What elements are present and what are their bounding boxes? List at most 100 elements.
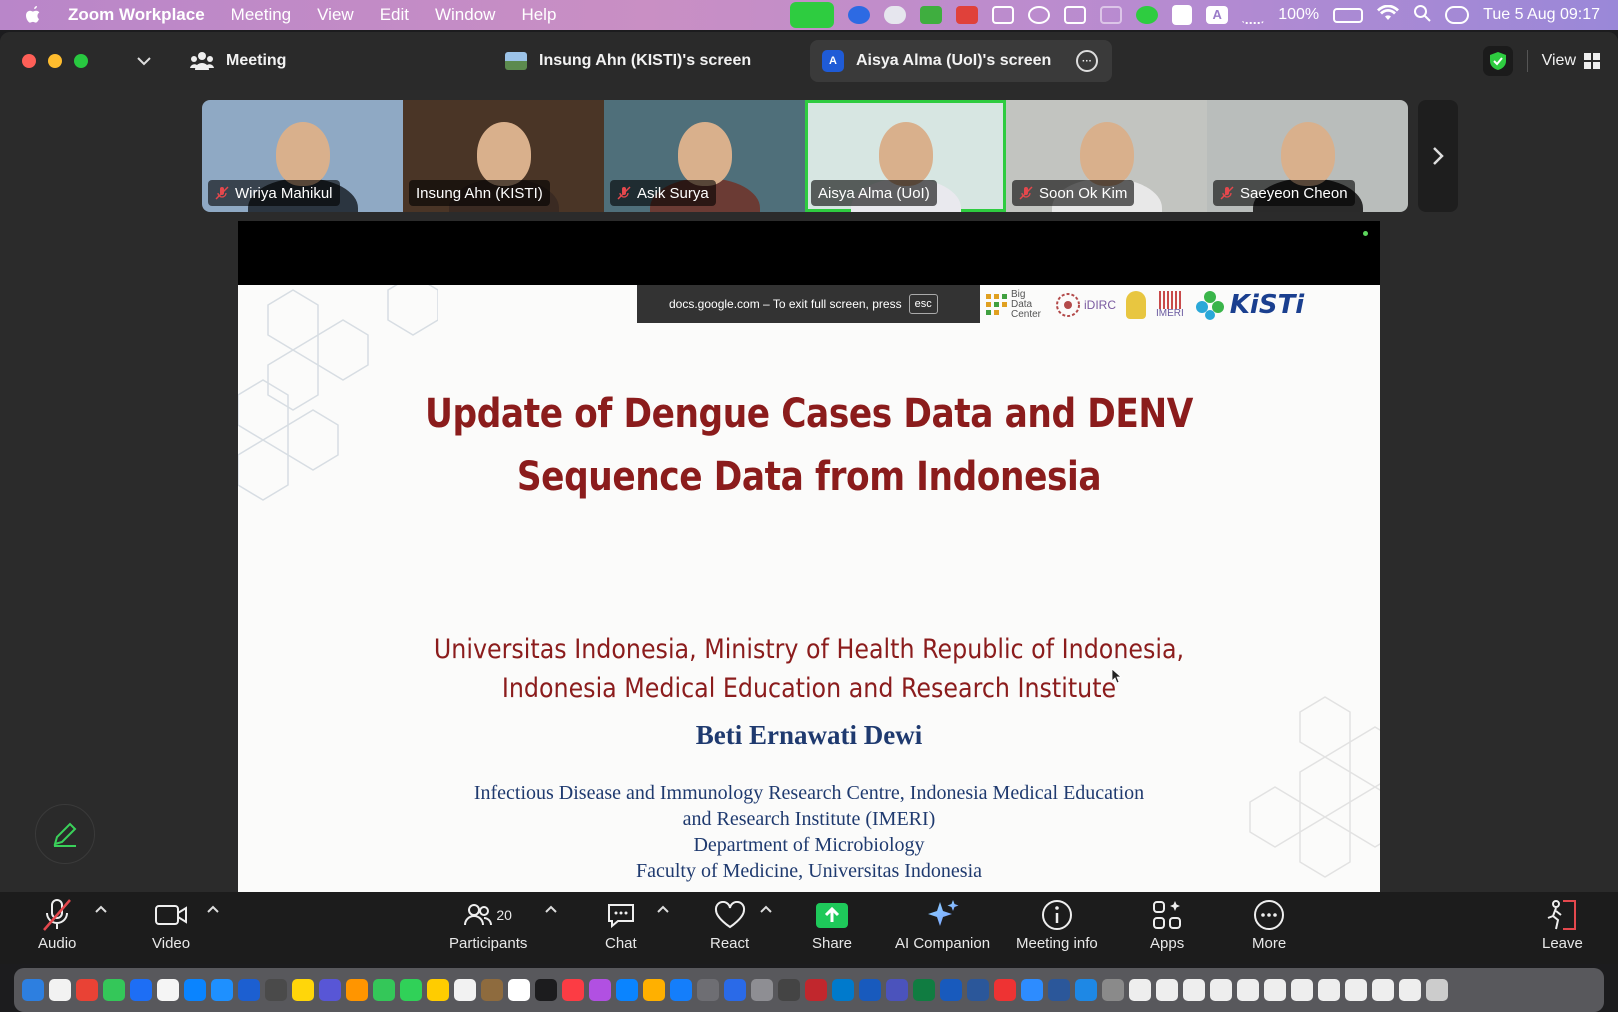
participant-tile[interactable]: Saeyeon Cheon	[1207, 100, 1408, 212]
dock-app-icon[interactable]	[751, 979, 773, 1001]
dock-app-icon[interactable]	[1021, 979, 1043, 1001]
tab-insung-screen[interactable]: Insung Ahn (KISTI)'s screen	[505, 40, 751, 82]
gallery-next-button[interactable]	[1418, 100, 1458, 212]
menubar-clock[interactable]: Tue 5 Aug 09:17	[1483, 6, 1600, 24]
dock-app-icon[interactable]	[805, 979, 827, 1001]
dock-app-icon[interactable]	[400, 979, 422, 1001]
dock-app-icon[interactable]	[832, 979, 854, 1001]
video-button[interactable]: Video	[152, 896, 190, 952]
dock-app-icon[interactable]	[670, 979, 692, 1001]
view-button[interactable]: View	[1542, 52, 1600, 70]
dock-app-icon[interactable]	[940, 979, 962, 1001]
cloud-icon[interactable]	[884, 6, 907, 24]
dock-app-icon[interactable]	[292, 979, 314, 1001]
dock-app-icon[interactable]	[49, 979, 71, 1001]
dock-app-icon[interactable]	[103, 979, 125, 1001]
dock-app-icon[interactable]	[1372, 979, 1394, 1001]
dock-app-icon[interactable]	[1345, 979, 1367, 1001]
chevron-down-icon[interactable]	[134, 51, 154, 71]
spotlight-search-icon[interactable]	[1413, 4, 1431, 27]
dock-app-icon[interactable]	[994, 979, 1016, 1001]
more-options-icon[interactable]: ···	[1076, 50, 1098, 72]
dock-app-icon[interactable]	[616, 979, 638, 1001]
participant-tile[interactable]: Wiriya Mahikul	[202, 100, 403, 212]
dock-app-icon[interactable]	[184, 979, 206, 1001]
share-button[interactable]: Share	[812, 896, 852, 952]
tab-meeting[interactable]: Meeting	[190, 40, 286, 82]
battery-icon[interactable]	[1333, 7, 1364, 23]
dock-app-icon[interactable]	[859, 979, 881, 1001]
dock-app-icon[interactable]	[427, 979, 449, 1001]
video-options-caret-icon[interactable]	[207, 904, 219, 914]
display-tray-icon[interactable]	[1064, 6, 1087, 24]
more-button[interactable]: More	[1252, 896, 1286, 952]
dock-app-icon[interactable]	[157, 979, 179, 1001]
dock-app-icon[interactable]	[211, 979, 233, 1001]
menu-edit[interactable]: Edit	[380, 5, 409, 25]
dock-app-icon[interactable]	[346, 979, 368, 1001]
participant-tile[interactable]: Insung Ahn (KISTI)	[403, 100, 604, 212]
dock-app-icon[interactable]	[1102, 979, 1124, 1001]
dock-app-icon[interactable]	[1183, 979, 1205, 1001]
ai-companion-button[interactable]: AI Companion	[895, 896, 990, 952]
teams-tray-icon[interactable]	[1028, 6, 1051, 24]
bluetooth-tray-icon[interactable]	[1242, 6, 1265, 24]
dock-app-icon[interactable]	[1426, 979, 1448, 1001]
dock-app-icon[interactable]	[1264, 979, 1286, 1001]
dock-app-icon[interactable]	[724, 979, 746, 1001]
participants-button[interactable]: 20 Participants	[449, 896, 527, 952]
input-source-icon[interactable]: A	[1206, 6, 1229, 24]
participant-tile[interactable]: Soon Ok Kim	[1006, 100, 1207, 212]
dock-app-icon[interactable]	[913, 979, 935, 1001]
dock-app-icon[interactable]	[22, 979, 44, 1001]
dock-app-icon[interactable]	[76, 979, 98, 1001]
menu-window[interactable]: Window	[435, 5, 495, 25]
dock-app-icon[interactable]	[1075, 979, 1097, 1001]
dock-app-icon[interactable]	[778, 979, 800, 1001]
dock-app-icon[interactable]	[1048, 979, 1070, 1001]
annotate-button[interactable]	[35, 804, 95, 864]
security-shield-icon[interactable]	[1482, 46, 1513, 76]
dock-app-icon[interactable]	[562, 979, 584, 1001]
app-menu-zoom[interactable]: Zoom Workplace	[68, 5, 205, 25]
wifi-icon[interactable]	[1377, 4, 1400, 26]
close-window-button[interactable]	[22, 54, 36, 68]
window-tray-icon[interactable]	[1100, 6, 1123, 24]
react-button[interactable]: React	[710, 896, 749, 952]
dock-app-icon[interactable]	[265, 979, 287, 1001]
leave-button[interactable]: Leave	[1542, 896, 1583, 952]
meeting-info-button[interactable]: Meeting info	[1016, 896, 1098, 952]
dock-app-icon[interactable]	[589, 979, 611, 1001]
dock-app-icon[interactable]	[1291, 979, 1313, 1001]
dock-app-icon[interactable]	[508, 979, 530, 1001]
audio-options-caret-icon[interactable]	[95, 904, 107, 914]
zoom-tray-icon[interactable]	[848, 6, 871, 24]
participant-tile[interactable]: Asik Surya	[604, 100, 805, 212]
dock-app-icon[interactable]	[454, 979, 476, 1001]
dock-app-icon[interactable]	[1399, 979, 1421, 1001]
dock-app-icon[interactable]	[130, 979, 152, 1001]
menu-meeting[interactable]: Meeting	[231, 5, 291, 25]
dock-app-icon[interactable]	[535, 979, 557, 1001]
menu-view[interactable]: View	[317, 5, 354, 25]
dock-app-icon[interactable]	[643, 979, 665, 1001]
dock-app-icon[interactable]	[886, 979, 908, 1001]
dock-app-icon[interactable]	[1318, 979, 1340, 1001]
dock-app-icon[interactable]	[967, 979, 989, 1001]
participant-tile[interactable]: Aisya Alma (UoI)	[805, 100, 1006, 212]
dock-app-icon[interactable]	[373, 979, 395, 1001]
participants-options-caret-icon[interactable]	[545, 904, 557, 914]
dock-app-icon[interactable]	[1156, 979, 1178, 1001]
tab-aisya-screen[interactable]: A Aisya Alma (UoI)'s screen ···	[810, 40, 1112, 82]
menu-help[interactable]: Help	[521, 5, 556, 25]
zoom-window-button[interactable]	[74, 54, 88, 68]
facetime-tray-icon[interactable]	[920, 6, 943, 24]
red-app-tray-icon[interactable]	[956, 6, 979, 24]
minimize-window-button[interactable]	[48, 54, 62, 68]
react-options-caret-icon[interactable]	[760, 904, 772, 914]
grid-tray-icon[interactable]	[1172, 5, 1193, 25]
outlook-tray-icon[interactable]	[992, 6, 1015, 24]
dock-app-icon[interactable]	[238, 979, 260, 1001]
audio-button[interactable]: Audio	[38, 896, 76, 952]
dock-app-icon[interactable]	[1210, 979, 1232, 1001]
